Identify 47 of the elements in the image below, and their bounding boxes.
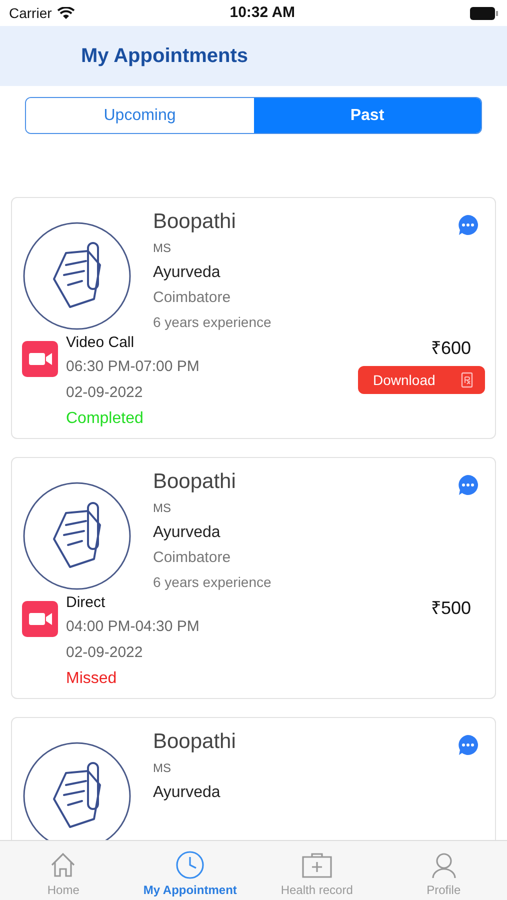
profile-icon	[430, 851, 458, 879]
consultation-type: Direct	[66, 593, 106, 613]
doctor-specialty: Ayurveda	[153, 523, 222, 543]
chat-icon[interactable]	[457, 734, 479, 756]
segment-tab[interactable]: Past	[254, 98, 481, 133]
appointment-card[interactable]: Boopathi MS Ayurveda Coimbatore 6 years experience Video Call 06:30 PM-07:00 PM 02-09-2022 Completed ₹600 Download	[11, 197, 496, 439]
doctor-degree: MS	[153, 240, 172, 256]
doctor-name: Boopathi	[153, 469, 236, 495]
doctor-city: Coimbatore	[153, 288, 232, 308]
appointment-status: Completed	[66, 409, 144, 429]
battery-icon	[470, 6, 498, 20]
doctor-name: Boopathi	[153, 209, 236, 235]
clock-icon	[175, 850, 206, 880]
appointment-card[interactable]: Boopathi MS Ayurveda	[11, 717, 496, 840]
appointment-time: 04:00 PM-04:30 PM	[66, 617, 200, 637]
chat-icon[interactable]	[457, 214, 479, 236]
doctor-experience: 6 years experience	[153, 573, 272, 592]
doctor-specialty: Ayurveda	[153, 263, 222, 283]
doctor-degree: MS	[153, 500, 172, 516]
doctor-degree: MS	[153, 760, 172, 776]
tab-bar-item[interactable]: Home	[0, 841, 127, 900]
tab-bar-item[interactable]: Health record	[254, 841, 380, 900]
clock-time: 10:32 AM	[230, 2, 296, 23]
tab-bar-item[interactable]: Profile	[380, 841, 507, 900]
price: ₹500	[430, 597, 471, 620]
appointment-date: 02-09-2022	[66, 383, 144, 403]
doctor-experience: 6 years experience	[153, 313, 272, 332]
consultation-type: Video Call	[66, 333, 136, 353]
doctor-name: Boopathi	[153, 729, 236, 755]
video-camera-icon	[22, 601, 58, 637]
price: ₹600	[430, 337, 471, 360]
carrier-label: Carrier	[9, 4, 52, 22]
prescription-icon	[461, 372, 473, 388]
appointment-card[interactable]: Boopathi MS Ayurveda Coimbatore 6 years experience Direct 04:00 PM-04:30 PM 02-09-2022 Missed ₹500	[11, 457, 496, 699]
wifi-icon	[56, 6, 75, 20]
medical-folder-icon	[300, 851, 333, 879]
page-title: My Appointments	[81, 44, 248, 69]
download-button[interactable]: Download	[358, 366, 485, 394]
doctor-city: Coimbatore	[153, 548, 232, 568]
appointment-status: Missed	[66, 669, 118, 689]
video-camera-icon	[22, 341, 58, 377]
doctor-specialty: Ayurveda	[153, 783, 222, 803]
chat-icon[interactable]	[457, 474, 479, 496]
appointment-time: 06:30 PM-07:00 PM	[66, 357, 200, 377]
home-icon	[49, 851, 78, 879]
appointment-date: 02-09-2022	[66, 643, 144, 663]
tab-bar-item[interactable]: My Appointment	[126, 841, 254, 900]
